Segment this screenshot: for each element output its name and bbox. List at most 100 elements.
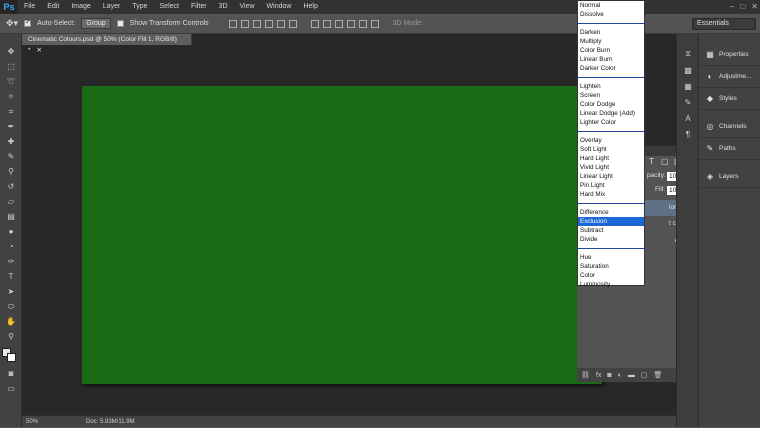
color-swatches-icon[interactable] — [0, 344, 22, 366]
new-group-icon[interactable]: ▬ — [628, 372, 635, 379]
workspace-dropdown[interactable]: Essentials — [692, 18, 756, 30]
menu-image[interactable]: Image — [65, 0, 96, 14]
blend-mode-item[interactable]: Color Dodge — [578, 100, 644, 109]
clone-stamp-tool-icon[interactable]: ⚲ — [0, 164, 22, 179]
quick-select-tool-icon[interactable]: ✧ — [0, 89, 22, 104]
menu-filter[interactable]: Filter — [185, 0, 213, 14]
type-tool-icon[interactable]: T — [0, 269, 22, 284]
history-brush-tool-icon[interactable]: ↺ — [0, 179, 22, 194]
character-icon[interactable]: A — [677, 110, 699, 126]
lasso-tool-icon[interactable]: ➰ — [0, 74, 22, 89]
canvas-color-fill[interactable] — [82, 86, 602, 384]
blend-mode-item[interactable]: Linear Dodge (Add) — [578, 109, 644, 118]
panel-styles[interactable]: ◆ Styles — [699, 88, 760, 110]
distribute-vcenter-icon[interactable] — [322, 19, 331, 28]
menu-view[interactable]: View — [234, 0, 261, 14]
transform-controls-checkbox[interactable] — [116, 20, 124, 27]
blend-mode-item[interactable]: Divide — [578, 235, 644, 244]
align-hcenter-icon[interactable] — [276, 19, 285, 28]
history-icon[interactable]: ⧖ — [677, 46, 699, 62]
menu-type[interactable]: Type — [126, 0, 153, 14]
auto-select-dropdown[interactable]: Group — [81, 18, 111, 29]
distribute-right-icon[interactable] — [370, 19, 379, 28]
menu-window[interactable]: Window — [261, 0, 298, 14]
blend-mode-item[interactable]: Linear Burn — [578, 55, 644, 64]
document-tab[interactable]: Cinematic Colours.psd @ 50% (Color Fill … — [22, 34, 192, 54]
menu-help[interactable]: Help — [297, 0, 323, 14]
blend-mode-item[interactable]: Hard Light — [578, 154, 644, 163]
blend-mode-item[interactable]: Color — [578, 271, 644, 280]
align-top-icon[interactable] — [228, 19, 237, 28]
blend-mode-item[interactable]: Saturation — [578, 262, 644, 271]
menu-select[interactable]: Select — [154, 0, 185, 14]
distribute-left-icon[interactable] — [346, 19, 355, 28]
eraser-tool-icon[interactable]: ▱ — [0, 194, 22, 209]
auto-select-checkbox[interactable] — [24, 20, 32, 27]
blend-mode-item[interactable]: Linear Light — [578, 172, 644, 181]
crop-tool-icon[interactable]: ⌗ — [0, 104, 22, 119]
panel-paths[interactable]: ✎ Paths — [699, 138, 760, 160]
blend-mode-item[interactable]: Lighten — [578, 82, 644, 91]
blend-mode-item[interactable]: Exclusion — [578, 217, 644, 226]
healing-tool-icon[interactable]: ✚ — [0, 134, 22, 149]
blend-mode-item[interactable]: Darker Color — [578, 64, 644, 73]
zoom-tool-icon[interactable]: ⚲ — [0, 329, 22, 344]
align-vcenter-icon[interactable] — [240, 19, 249, 28]
trash-icon[interactable]: 🗑︎ — [653, 371, 662, 379]
menu-3d[interactable]: 3D — [213, 0, 234, 14]
new-layer-icon[interactable]: ▢ — [641, 371, 648, 379]
minimize-icon[interactable]: – — [730, 0, 734, 14]
menu-edit[interactable]: Edit — [41, 0, 65, 14]
distribute-hcenter-icon[interactable] — [358, 19, 367, 28]
blend-mode-item[interactable]: Dissolve — [578, 10, 644, 19]
blend-mode-item[interactable]: Hue — [578, 253, 644, 262]
gradient-tool-icon[interactable]: ▤ — [0, 209, 22, 224]
link-layers-icon[interactable]: ⛓ — [581, 371, 590, 379]
brush-tool-icon[interactable]: ✎ — [0, 149, 22, 164]
blend-mode-item[interactable]: Color Burn — [578, 46, 644, 55]
fx-icon[interactable]: fx — [596, 372, 601, 379]
eyedropper-tool-icon[interactable]: ✒ — [0, 119, 22, 134]
close-tab-icon[interactable]: ✕ — [37, 47, 42, 54]
blend-mode-item[interactable]: Darken — [578, 28, 644, 37]
close-icon[interactable]: ✕ — [751, 0, 758, 14]
maximize-icon[interactable]: □ — [740, 0, 745, 14]
blend-mode-dropdown[interactable]: Normal Dissolve Darken Multiply Color Burn Li… — [577, 0, 645, 289]
shape-tool-icon[interactable]: ⬭ — [0, 299, 22, 314]
blend-mode-item[interactable]: Screen — [578, 91, 644, 100]
marquee-tool-icon[interactable]: ⬚ — [0, 59, 22, 74]
swatches-icon[interactable]: ▦ — [677, 78, 699, 94]
blend-mode-item[interactable]: Difference — [578, 208, 644, 217]
distribute-top-icon[interactable] — [310, 19, 319, 28]
panel-layers[interactable]: ◈ Layers — [699, 166, 760, 188]
blend-mode-item[interactable]: Vivid Light — [578, 163, 644, 172]
distribute-bottom-icon[interactable] — [334, 19, 343, 28]
blend-mode-item[interactable]: Overlay — [578, 136, 644, 145]
panel-properties[interactable]: ▦ Properties — [699, 44, 760, 66]
move-tool-icon[interactable]: ✥▾ — [6, 18, 18, 29]
path-select-tool-icon[interactable]: ➤ — [0, 284, 22, 299]
screen-mode-icon[interactable]: ▭ — [0, 381, 22, 396]
hand-tool-icon[interactable]: ✋ — [0, 314, 22, 329]
pen-tool-icon[interactable]: ✑ — [0, 254, 22, 269]
adjustment-layer-icon[interactable]: ◐ — [618, 372, 622, 379]
align-bottom-icon[interactable] — [252, 19, 261, 28]
move-tool-icon[interactable]: ✥ — [0, 44, 22, 59]
blend-mode-item[interactable]: Lighter Color — [578, 118, 644, 127]
blend-mode-item[interactable]: Soft Light — [578, 145, 644, 154]
zoom-level[interactable]: 50% — [26, 416, 38, 428]
blend-mode-item[interactable]: Subtract — [578, 226, 644, 235]
panel-adjustments[interactable]: ◐ Adjustme... — [699, 66, 760, 88]
align-right-icon[interactable] — [288, 19, 297, 28]
dodge-tool-icon[interactable]: ◔ — [0, 239, 22, 254]
menu-file[interactable]: File — [18, 0, 41, 14]
paragraph-icon[interactable]: ¶ — [677, 126, 699, 142]
blend-mode-item[interactable]: Multiply — [578, 37, 644, 46]
color-panel-icon[interactable]: ▩ — [677, 62, 699, 78]
brush-panel-icon[interactable]: ✎ — [677, 94, 699, 110]
panel-channels[interactable]: ◎ Channels — [699, 116, 760, 138]
quick-mask-icon[interactable]: ◙ — [0, 366, 22, 381]
blend-mode-item[interactable]: Luminosity — [578, 280, 644, 289]
blend-mode-item[interactable]: Normal — [578, 1, 644, 10]
blur-tool-icon[interactable]: ● — [0, 224, 22, 239]
